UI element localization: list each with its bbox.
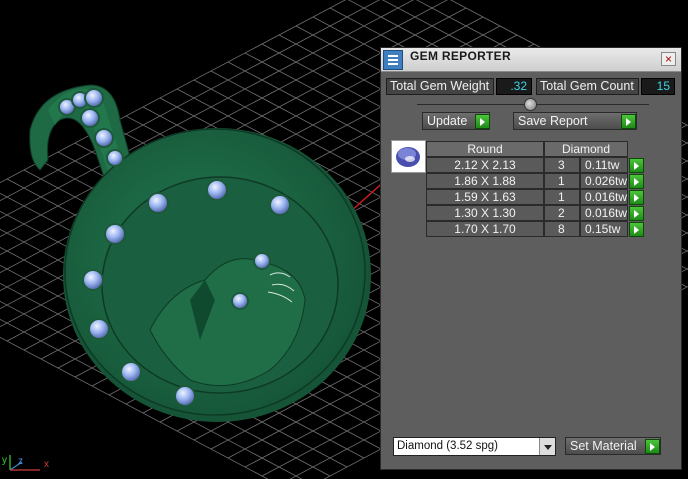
material-select[interactable]: Diamond (3.52 spg)	[393, 437, 556, 456]
table-cell-weight: 0.15tw	[580, 221, 628, 237]
total-gem-count-label: Total Gem Count	[536, 78, 639, 95]
total-gem-weight-value: .32	[496, 78, 532, 95]
axis-label-y: y	[2, 455, 7, 466]
table-cell-count: 8	[544, 221, 580, 237]
chevron-down-icon[interactable]	[539, 438, 555, 455]
table-header-material[interactable]: Diamond	[544, 141, 628, 157]
gem-thumbnail[interactable]	[391, 140, 426, 173]
total-gem-count-value: 15	[641, 78, 675, 95]
row-select-arrow-icon[interactable]	[629, 158, 644, 173]
update-arrow-icon[interactable]	[475, 114, 490, 129]
save-report-button-label: Save Report	[518, 114, 588, 128]
table-cell-size: 1.59 X 1.63	[426, 189, 544, 205]
slider-knob[interactable]	[524, 98, 537, 111]
table-cell-size: 1.30 X 1.30	[426, 205, 544, 221]
table-cell-size: 1.70 X 1.70	[426, 221, 544, 237]
table-cell-count: 1	[544, 173, 580, 189]
set-material-arrow-icon[interactable]	[645, 439, 660, 454]
total-gem-weight-label: Total Gem Weight	[386, 78, 494, 95]
table-cell-weight: 0.016tw	[580, 189, 628, 205]
material-select-value: Diamond (3.52 spg)	[397, 440, 498, 452]
table-cell-count: 2	[544, 205, 580, 221]
table-header-shape[interactable]: Round	[426, 141, 544, 157]
row-select-arrow-icon[interactable]	[629, 174, 644, 189]
axis-label-z: z	[18, 456, 23, 467]
table-cell-weight: 0.016tw	[580, 205, 628, 221]
row-select-arrow-icon[interactable]	[629, 190, 644, 205]
gem-reporter-panel: GEM REPORTER × Total Gem Weight .32 Tota…	[380, 47, 682, 470]
set-material-button-label: Set Material	[570, 439, 637, 453]
row-select-arrow-icon[interactable]	[629, 222, 644, 237]
table-cell-count: 3	[544, 157, 580, 173]
axis-gizmo: y z x	[2, 455, 49, 471]
panel-title: GEM REPORTER	[410, 49, 511, 63]
close-icon[interactable]: ×	[661, 52, 676, 66]
update-button-label: Update	[427, 114, 468, 128]
table-cell-weight: 0.026tw	[580, 173, 628, 189]
table-cell-size: 1.86 X 1.88	[426, 173, 544, 189]
save-report-arrow-icon[interactable]	[621, 114, 636, 129]
table-cell-count: 1	[544, 189, 580, 205]
gem-reporter-icon	[383, 50, 403, 70]
gem-thumbnail-icon	[396, 147, 420, 167]
save-report-button[interactable]: Save Report	[513, 112, 637, 130]
row-select-arrow-icon[interactable]	[629, 206, 644, 221]
table-cell-weight: 0.11tw	[580, 157, 628, 173]
panel-titlebar[interactable]: GEM REPORTER ×	[381, 48, 681, 72]
table-cell-size: 2.12 X 2.13	[426, 157, 544, 173]
pendant-disc	[63, 128, 371, 422]
axis-label-x: x	[44, 459, 49, 470]
